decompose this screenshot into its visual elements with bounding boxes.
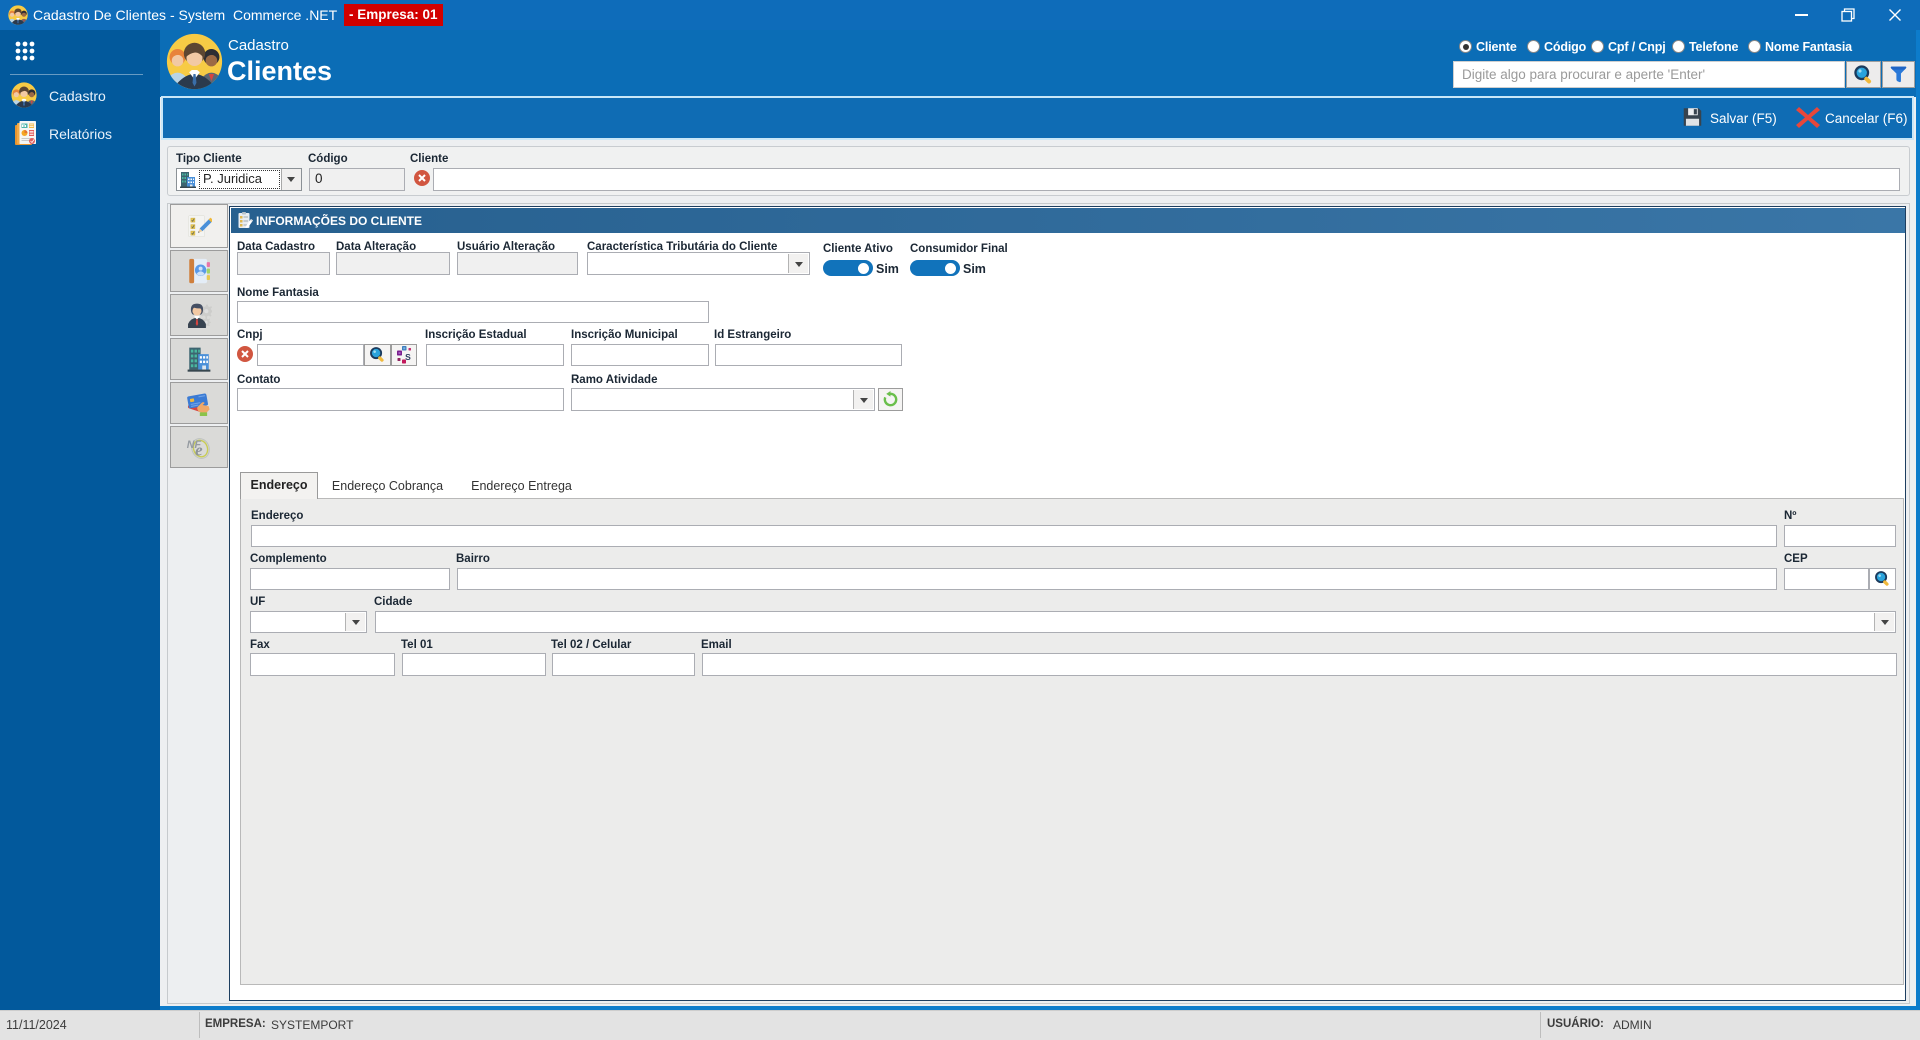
- svg-text:e: e: [195, 440, 203, 459]
- svg-text:S: S: [405, 352, 411, 362]
